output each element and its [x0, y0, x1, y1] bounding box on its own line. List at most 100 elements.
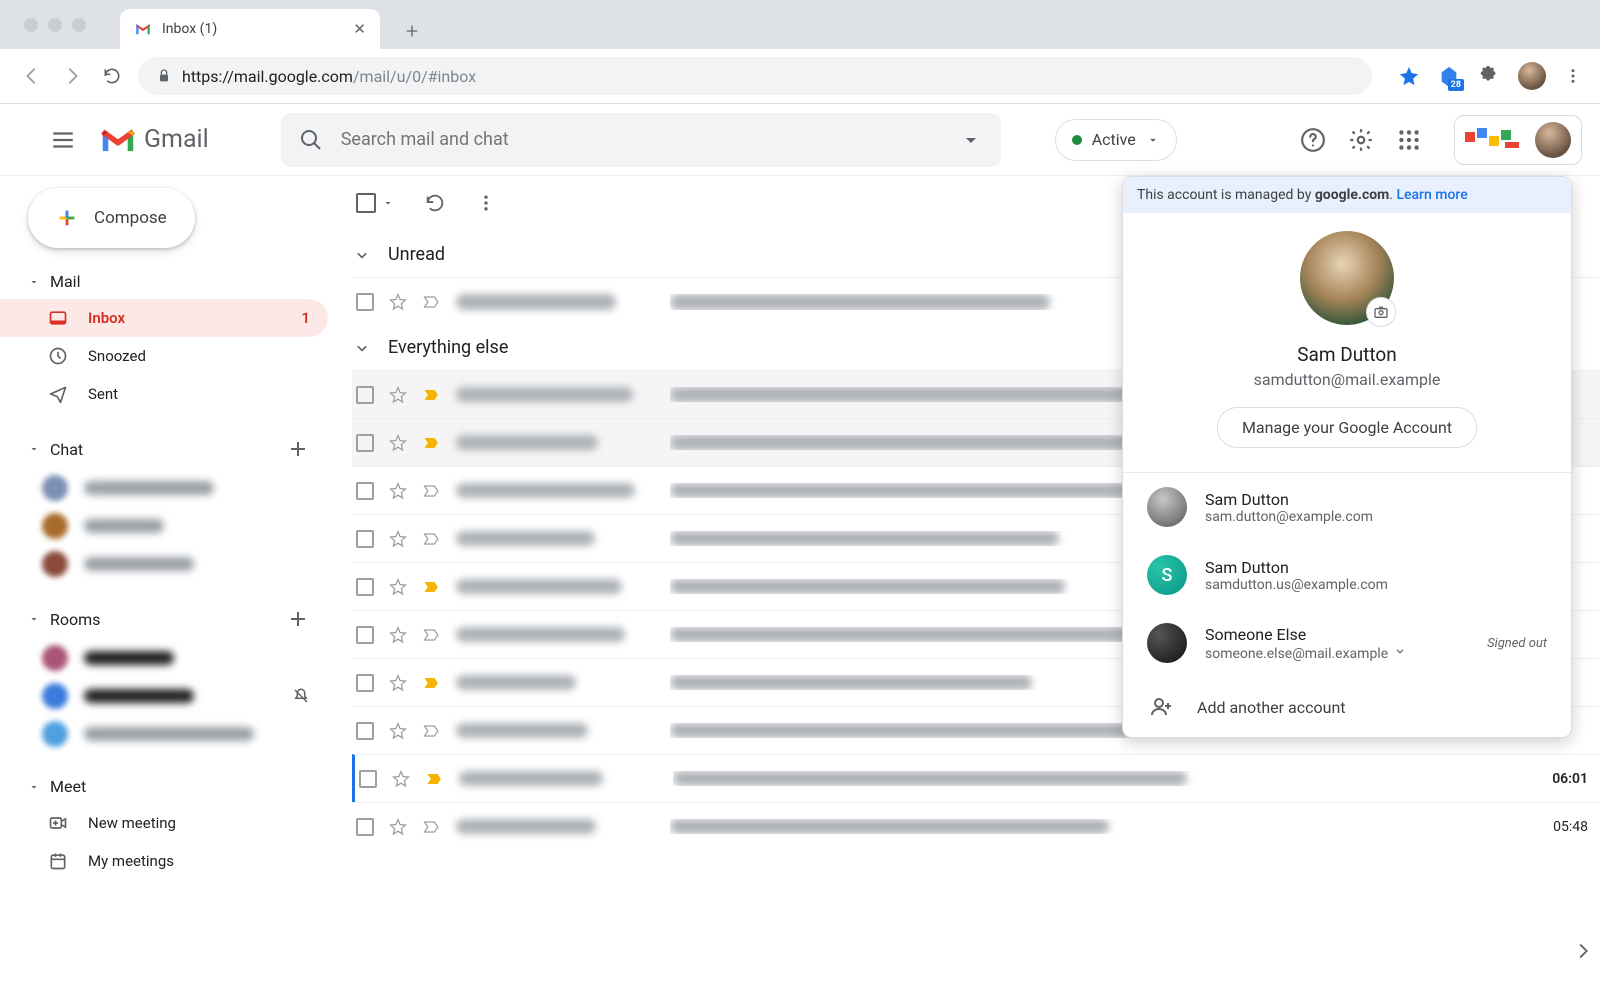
status-chip[interactable]: Active	[1055, 119, 1177, 161]
select-all-checkbox[interactable]	[356, 193, 376, 213]
star-icon[interactable]	[391, 769, 411, 789]
sidebar-item-inbox[interactable]: Inbox 1	[0, 299, 328, 337]
importance-marker-icon[interactable]	[422, 481, 442, 501]
room-item[interactable]	[0, 677, 328, 715]
star-icon[interactable]	[388, 721, 408, 741]
meet-section-header[interactable]: Meet	[0, 753, 328, 804]
sidebar-item-snoozed[interactable]: Snoozed	[0, 337, 328, 375]
importance-marker-icon[interactable]	[422, 577, 442, 597]
help-icon[interactable]	[1300, 127, 1326, 153]
row-checkbox[interactable]	[359, 770, 377, 788]
address-bar[interactable]: https://mail.google.com/mail/u/0/#inbox	[138, 57, 1372, 95]
importance-marker-icon[interactable]	[422, 433, 442, 453]
side-panel-expand-button[interactable]	[1572, 940, 1594, 962]
star-icon[interactable]	[388, 577, 408, 597]
row-checkbox[interactable]	[356, 674, 374, 692]
new-chat-button[interactable]	[286, 437, 310, 461]
star-icon[interactable]	[388, 817, 408, 837]
row-checkbox[interactable]	[356, 293, 374, 311]
sidebar-item-sent[interactable]: Sent	[0, 375, 328, 413]
workspace-switcher[interactable]	[1454, 115, 1582, 165]
star-icon[interactable]	[388, 292, 408, 312]
importance-marker-icon[interactable]	[422, 625, 442, 645]
window-controls[interactable]	[24, 18, 86, 32]
send-icon	[48, 384, 68, 404]
mail-row[interactable]: 05:48	[352, 802, 1600, 850]
chat-contact[interactable]	[0, 545, 328, 583]
star-icon[interactable]	[388, 385, 408, 405]
browser-menu-icon[interactable]	[1564, 67, 1582, 85]
chat-contact[interactable]	[0, 469, 328, 507]
browser-profile-avatar[interactable]	[1518, 62, 1546, 90]
importance-marker-icon[interactable]	[422, 385, 442, 405]
bookmark-star-icon[interactable]	[1398, 65, 1420, 87]
row-checkbox[interactable]	[356, 722, 374, 740]
row-checkbox[interactable]	[356, 386, 374, 404]
mail-time: 06:01	[1528, 771, 1588, 787]
row-checkbox[interactable]	[356, 434, 374, 452]
sidebar-item-new-meeting[interactable]: New meeting	[0, 804, 328, 842]
settings-icon[interactable]	[1348, 127, 1374, 153]
signed-out-badge: Signed out	[1487, 636, 1547, 651]
forward-button[interactable]	[58, 62, 86, 90]
back-button[interactable]	[18, 62, 46, 90]
search-input[interactable]	[341, 129, 941, 150]
importance-marker-icon[interactable]	[422, 721, 442, 741]
account-item-email: samdutton.us@example.com	[1205, 577, 1388, 593]
star-icon[interactable]	[388, 625, 408, 645]
browser-tab[interactable]: Inbox (1) ✕	[120, 9, 380, 49]
compose-button[interactable]: Compose	[28, 188, 195, 248]
learn-more-link[interactable]: Learn more	[1396, 187, 1467, 203]
select-dropdown-icon[interactable]	[382, 197, 394, 209]
chat-section-header[interactable]: Chat	[0, 413, 328, 469]
importance-marker-icon[interactable]	[422, 817, 442, 837]
chat-contact[interactable]	[0, 507, 328, 545]
importance-marker-icon[interactable]	[422, 529, 442, 549]
manage-account-button[interactable]: Manage your Google Account	[1217, 407, 1477, 448]
account-managed-notice: This account is managed by google.com. L…	[1123, 177, 1571, 213]
change-photo-button[interactable]	[1366, 297, 1396, 327]
row-checkbox[interactable]	[356, 482, 374, 500]
new-room-button[interactable]	[286, 607, 310, 631]
extension-icon[interactable]: 28	[1438, 65, 1460, 87]
sidebar-item-my-meetings[interactable]: My meetings	[0, 842, 328, 880]
row-checkbox[interactable]	[356, 818, 374, 836]
caret-down-icon	[28, 781, 40, 793]
room-item[interactable]	[0, 715, 328, 753]
more-menu-icon[interactable]	[476, 193, 496, 213]
importance-marker-icon[interactable]	[422, 673, 442, 693]
refresh-button[interactable]	[424, 192, 446, 214]
account-avatar[interactable]	[1535, 122, 1571, 158]
account-switcher-item[interactable]: Someone Elsesomeone.else@mail.example Si…	[1123, 609, 1571, 677]
account-switcher-item[interactable]: Sam Duttonsam.dutton@example.com	[1123, 473, 1571, 541]
main-menu-button[interactable]	[50, 127, 76, 153]
importance-marker-icon[interactable]	[425, 769, 445, 789]
gmail-logo[interactable]: Gmail	[100, 125, 209, 154]
mail-row[interactable]: 06:01	[352, 754, 1600, 802]
rooms-section-header[interactable]: Rooms	[0, 583, 328, 639]
caret-down-icon	[28, 443, 40, 455]
account-switcher-item[interactable]: S Sam Duttonsamdutton.us@example.com	[1123, 541, 1571, 609]
tab-close-icon[interactable]: ✕	[353, 20, 366, 38]
star-icon[interactable]	[388, 673, 408, 693]
importance-marker-icon[interactable]	[422, 292, 442, 312]
star-icon[interactable]	[388, 433, 408, 453]
apps-grid-icon[interactable]	[1396, 127, 1422, 153]
room-item[interactable]	[0, 639, 328, 677]
row-checkbox[interactable]	[356, 626, 374, 644]
mail-section-header[interactable]: Mail	[0, 248, 328, 299]
search-box[interactable]	[281, 113, 1001, 167]
row-checkbox[interactable]	[356, 578, 374, 596]
row-checkbox[interactable]	[356, 530, 374, 548]
star-icon[interactable]	[388, 481, 408, 501]
reload-button[interactable]	[98, 62, 126, 90]
account-item-name: Sam Dutton	[1205, 558, 1388, 577]
add-account-button[interactable]: Add another account	[1123, 677, 1571, 737]
lock-icon	[156, 68, 172, 84]
account-item-avatar: S	[1147, 555, 1187, 595]
new-tab-button[interactable]	[402, 21, 422, 41]
extensions-icon[interactable]	[1478, 65, 1500, 87]
mail-time: 05:48	[1528, 819, 1588, 835]
search-options-icon[interactable]	[959, 128, 983, 152]
star-icon[interactable]	[388, 529, 408, 549]
